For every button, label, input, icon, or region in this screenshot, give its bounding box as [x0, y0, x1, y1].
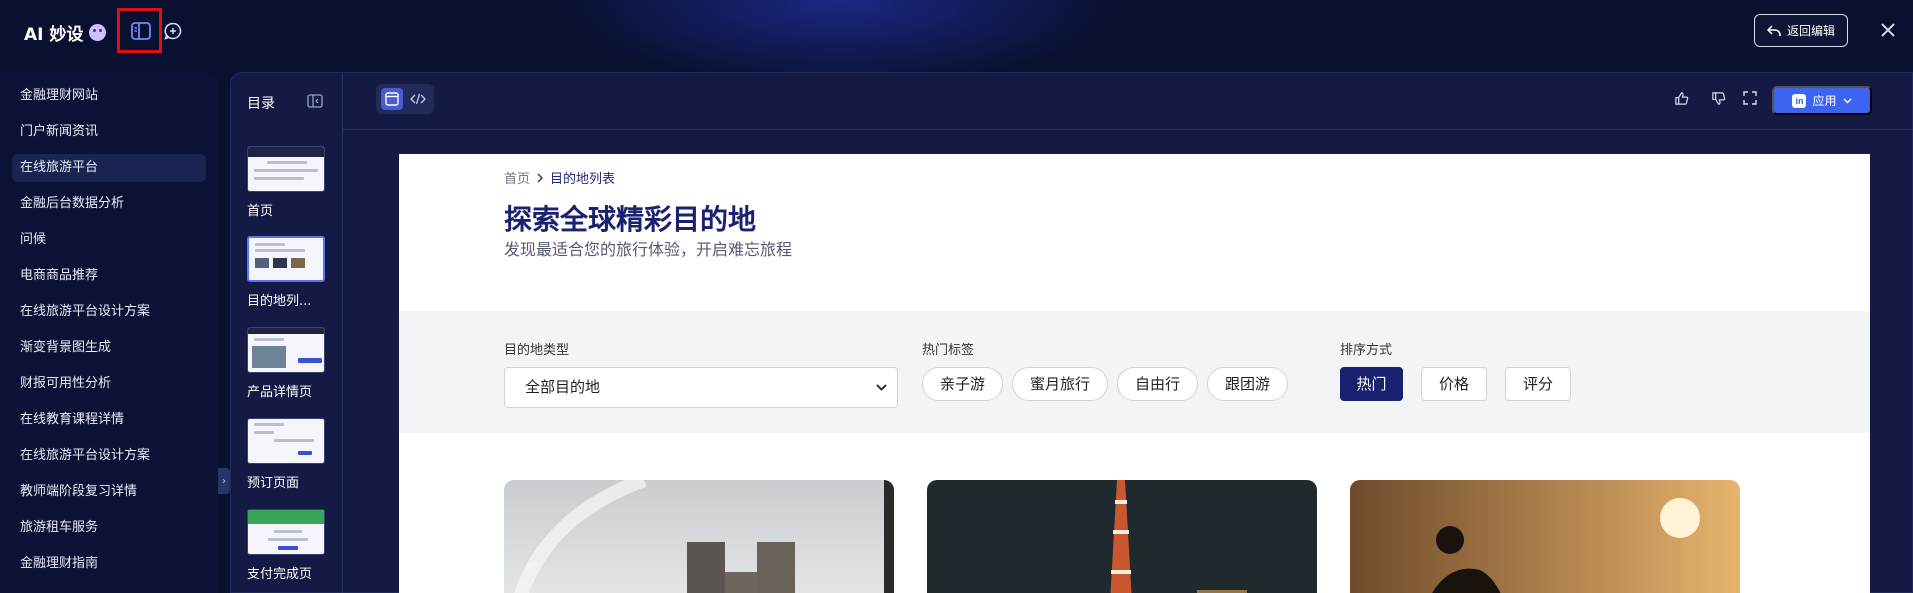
sidebar-item[interactable]: 财报可用性分析 — [12, 370, 206, 398]
top-bar: AI 妙设 返回编辑 — [0, 0, 1913, 62]
sidebar-item[interactable]: 在线教育课程详情 — [12, 406, 206, 434]
toc-item-label[interactable]: 产品详情页 — [247, 381, 337, 400]
history-sidebar: 金融理财网站 门户新闻资讯 在线旅游平台 金融后台数据分析 问候电商商品推荐 在线旅游平台… — [0, 72, 218, 593]
fullscreen-icon[interactable] — [1739, 87, 1761, 109]
back-to-edit-button[interactable]: 返回编辑 — [1754, 14, 1848, 47]
sidebar-item[interactable]: 金融理财指南 — [12, 550, 206, 578]
thumb-home[interactable] — [247, 146, 325, 192]
toc-item-label[interactable]: 预订页面 — [247, 472, 337, 491]
destination-type-select[interactable]: 全部目的地 — [504, 367, 898, 408]
sort-popular[interactable]: 热门 — [1340, 367, 1403, 401]
thumbs-down-icon[interactable] — [1707, 87, 1729, 109]
brand-name: AI 妙设 — [24, 25, 84, 45]
thumb-booking[interactable] — [247, 418, 325, 464]
sidebar-item[interactable]: 在线旅游平台设计方案 — [12, 442, 206, 470]
app-logo-icon: in — [1792, 93, 1807, 108]
sidebar-item[interactable]: 旅游租车服务 — [12, 514, 206, 542]
page-directory: 目录 首页 目的地列... 产品详情页 预订页面 支付完成页 — [231, 73, 343, 593]
breadcrumb-current: 目的地列表 — [550, 172, 616, 187]
breadcrumb: 首页 目的地列表 — [504, 168, 615, 187]
back-button-label: 返回编辑 — [1786, 24, 1835, 38]
sidebar-item[interactable]: 教师端阶段复习详情 — [12, 478, 206, 506]
sort-price[interactable]: 价格 — [1421, 367, 1487, 401]
sidebar-item[interactable]: 门户新闻资讯 — [12, 118, 206, 146]
sort-rating[interactable]: 评分 — [1505, 367, 1571, 401]
sidebar-item[interactable]: 金融理财网站 — [12, 82, 206, 110]
sidebar-item[interactable]: 电商商品推荐 — [12, 262, 206, 290]
filter-bar: 目的地类型 全部目的地 热门标签 亲子游 蜜月旅行 自由行 跟团游 排序方式 热… — [399, 311, 1870, 433]
apply-button-label: 应用 — [1812, 94, 1837, 108]
code-mode-icon[interactable] — [407, 88, 429, 110]
chevron-right-icon — [537, 173, 544, 182]
highlight-box — [117, 8, 162, 53]
breadcrumb-home[interactable]: 首页 — [504, 168, 530, 187]
page-subtitle: 发现最适合您的旅行体验，开启难忘旅程 — [504, 240, 793, 259]
main-panel: 目录 首页 目的地列... 产品详情页 预订页面 支付完成页 in 应用 首页 … — [230, 72, 1913, 593]
collapse-panel-icon[interactable] — [307, 93, 323, 108]
select-value: 全部目的地 — [525, 378, 601, 396]
apply-button[interactable]: in 应用 — [1772, 86, 1872, 115]
filter-type-label: 目的地类型 — [504, 343, 570, 358]
thumbs-up-icon[interactable] — [1670, 87, 1692, 109]
tag-honeymoon[interactable]: 蜜月旅行 — [1012, 367, 1108, 401]
sidebar-item[interactable]: 在线旅游平台设计方案 — [12, 298, 206, 326]
smiley-logo-icon — [89, 24, 107, 41]
sidebar-item[interactable]: 在线旅游平台 — [12, 154, 206, 182]
reply-icon — [1766, 24, 1781, 36]
toc-item-label[interactable]: 首页 — [247, 200, 337, 219]
chevron-down-icon — [1843, 98, 1851, 103]
sidebar-item[interactable]: 问候 — [12, 226, 206, 254]
toc-item-label[interactable]: 目的地列... — [247, 290, 337, 309]
toc-item-label[interactable]: 支付完成页 — [247, 563, 337, 582]
page-title: 探索全球精彩目的地 — [504, 203, 757, 236]
destination-card-image[interactable] — [504, 480, 894, 593]
destination-card-image[interactable] — [927, 480, 1317, 593]
chevron-down-icon — [876, 368, 887, 407]
sidebar-item[interactable]: 金融后台数据分析 — [12, 190, 206, 218]
tag-independent[interactable]: 自由行 — [1117, 367, 1198, 401]
close-icon[interactable] — [1876, 18, 1900, 42]
new-chat-icon[interactable] — [160, 18, 186, 44]
tags-label: 热门标签 — [922, 343, 975, 358]
toc-title: 目录 — [247, 96, 275, 112]
thumb-destination-list[interactable] — [247, 236, 325, 282]
tag-group-tour[interactable]: 跟团游 — [1207, 367, 1288, 401]
tag-family[interactable]: 亲子游 — [922, 367, 1003, 401]
chevron-right-icon[interactable]: › — [218, 468, 230, 494]
preview-mode-icon[interactable] — [381, 88, 403, 110]
sidebar-item[interactable]: 渐变背景图生成 — [12, 334, 206, 362]
brand: AI 妙设 — [24, 20, 107, 45]
thumb-product-detail[interactable] — [247, 327, 325, 373]
thumb-payment-complete[interactable] — [247, 509, 325, 555]
sort-label: 排序方式 — [1340, 343, 1393, 358]
panel-divider — [343, 129, 1913, 130]
view-mode-toggle — [376, 84, 434, 114]
page-preview: 首页 目的地列表 探索全球精彩目的地 发现最适合您的旅行体验，开启难忘旅程 目的… — [399, 154, 1870, 593]
destination-card-image[interactable] — [1350, 480, 1740, 593]
